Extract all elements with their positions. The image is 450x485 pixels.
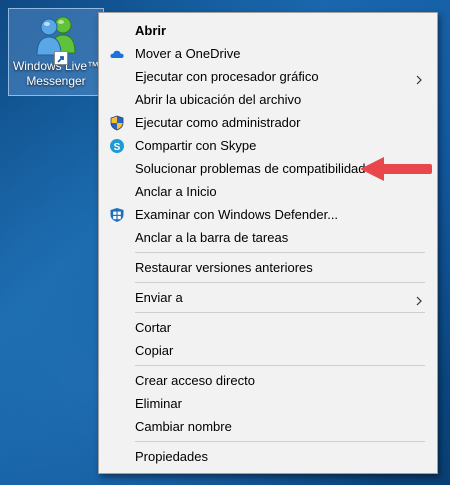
skype-icon: S <box>109 138 125 154</box>
menu-item-copiar[interactable]: Copiar <box>99 339 437 362</box>
menu-separator <box>135 282 425 283</box>
menu-item-label: Ejecutar como administrador <box>135 115 301 130</box>
menu-item-label: Cambiar nombre <box>135 419 232 434</box>
menu-item-mover-a-onedrive[interactable]: Mover a OneDrive <box>99 42 437 65</box>
menu-item-label: Anclar a Inicio <box>135 184 217 199</box>
menu-separator <box>135 365 425 366</box>
menu-item-examinar-con-windows-defender[interactable]: Examinar con Windows Defender... <box>99 203 437 226</box>
menu-item-enviar-a[interactable]: Enviar a <box>99 286 437 309</box>
menu-item-label: Compartir con Skype <box>135 138 257 153</box>
annotation-arrow-icon <box>358 155 434 183</box>
menu-item-label: Eliminar <box>135 396 182 411</box>
menu-item-crear-acceso-directo[interactable]: Crear acceso directo <box>99 369 437 392</box>
menu-separator <box>135 441 425 442</box>
menu-item-label: Enviar a <box>135 290 183 305</box>
desktop-shortcut-windows-live-messenger[interactable]: Windows Live™ Messenger <box>8 8 104 96</box>
menu-item-label: Solucionar problemas de compatibilidad <box>135 161 366 176</box>
menu-item-label: Examinar con Windows Defender... <box>135 207 339 222</box>
menu-item-anclar-a-inicio[interactable]: Anclar a Inicio <box>99 180 437 203</box>
shortcut-arrow-icon <box>54 51 68 65</box>
menu-item-label: Abrir la ubicación del archivo <box>135 92 302 107</box>
menu-item-cortar[interactable]: Cortar <box>99 316 437 339</box>
menu-item-label: Mover a OneDrive <box>135 46 241 61</box>
menu-item-ejecutar-con-procesador-grafico[interactable]: Ejecutar con procesador gráfico <box>99 65 437 88</box>
menu-item-label: Restaurar versiones anteriores <box>135 260 313 275</box>
context-menu: Abrir Mover a OneDrive Ejecutar con proc… <box>98 12 438 474</box>
uac-shield-icon <box>109 115 125 131</box>
desktop-shortcut-label-line2: Messenger <box>26 74 86 88</box>
menu-item-label: Cortar <box>135 320 172 335</box>
menu-item-compartir-con-skype[interactable]: S Compartir con Skype <box>99 134 437 157</box>
menu-item-label: Crear acceso directo <box>135 373 255 388</box>
menu-item-eliminar[interactable]: Eliminar <box>99 392 437 415</box>
menu-item-abrir-ubicacion-archivo[interactable]: Abrir la ubicación del archivo <box>99 88 437 111</box>
svg-text:S: S <box>114 142 121 153</box>
menu-item-restaurar-versiones-anteriores[interactable]: Restaurar versiones anteriores <box>99 256 437 279</box>
menu-item-label: Anclar a la barra de tareas <box>135 230 289 245</box>
menu-item-label: Ejecutar con procesador gráfico <box>135 69 319 84</box>
menu-separator <box>135 312 425 313</box>
windows-defender-icon <box>109 207 125 223</box>
menu-item-cambiar-nombre[interactable]: Cambiar nombre <box>99 415 437 438</box>
onedrive-cloud-icon <box>109 46 125 62</box>
messenger-buddies-icon <box>32 13 80 65</box>
menu-item-label: Propiedades <box>135 449 208 464</box>
menu-item-label: Abrir <box>135 23 167 38</box>
chevron-right-icon <box>413 291 425 306</box>
menu-item-label: Copiar <box>135 343 174 358</box>
menu-separator <box>135 252 425 253</box>
chevron-right-icon <box>413 70 425 85</box>
menu-item-anclar-barra-tareas[interactable]: Anclar a la barra de tareas <box>99 226 437 249</box>
menu-item-ejecutar-como-administrador[interactable]: Ejecutar como administrador <box>99 111 437 134</box>
menu-item-propiedades[interactable]: Propiedades <box>99 445 437 468</box>
menu-item-abrir[interactable]: Abrir <box>99 19 437 42</box>
